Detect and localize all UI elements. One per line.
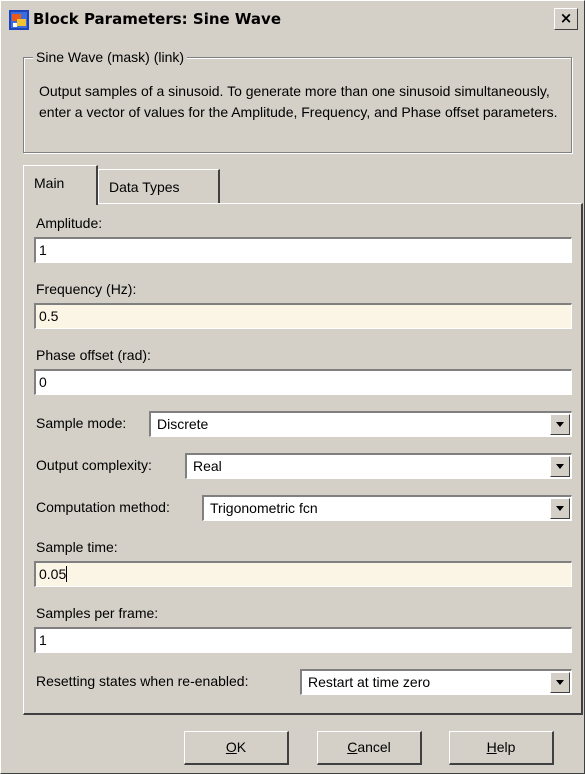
dropdown-arrow-button[interactable] [550, 456, 570, 477]
block-description: Output samples of a sinusoid. To generat… [39, 83, 558, 120]
tab-label: Main [34, 175, 65, 191]
output-complexity-select[interactable]: Real [185, 453, 572, 479]
chevron-down-icon [556, 464, 564, 469]
ok-button[interactable]: OK [184, 731, 289, 765]
dropdown-arrow-button[interactable] [550, 672, 570, 693]
sample-mode-select[interactable]: Discrete [149, 411, 572, 437]
close-button[interactable]: × [554, 8, 578, 30]
cancel-label-rest: ancel [357, 739, 391, 755]
frequency-value: 0.5 [39, 308, 59, 324]
simulink-block-icon [9, 10, 29, 30]
tab-label: Data Types [109, 179, 180, 195]
phase-offset-value: 0 [39, 374, 47, 390]
output-complexity-label: Output complexity: [36, 457, 152, 473]
cancel-mnemonic: C [347, 739, 358, 755]
ok-mnemonic: O [225, 739, 237, 755]
frequency-input[interactable]: 0.5 [34, 303, 572, 329]
computation-method-label: Computation method: [36, 499, 170, 515]
tab-main[interactable]: Main [23, 165, 98, 205]
sample-mode-label: Sample mode: [36, 415, 127, 431]
title-bar[interactable]: Block Parameters: Sine Wave × [5, 5, 580, 35]
help-mnemonic: H [486, 739, 497, 755]
chevron-down-icon [556, 680, 564, 685]
phase-offset-input[interactable]: 0 [34, 369, 572, 395]
chevron-down-icon [556, 422, 564, 427]
dialog-window: Block Parameters: Sine Wave × Sine Wave … [0, 0, 585, 774]
chevron-down-icon [556, 506, 564, 511]
tab-data-types[interactable]: Data Types [98, 169, 220, 203]
dropdown-arrow-button[interactable] [550, 414, 570, 435]
amplitude-label: Amplitude: [36, 215, 103, 231]
dropdown-arrow-button[interactable] [550, 498, 570, 519]
text-caret [66, 566, 68, 582]
samples-per-frame-value: 1 [39, 632, 47, 648]
close-icon: × [559, 9, 573, 27]
group-legend: Sine Wave (mask) (link) [33, 49, 188, 65]
cancel-button[interactable]: Cancel [317, 731, 422, 765]
window-title: Block Parameters: Sine Wave [33, 10, 281, 28]
output-complexity-value: Real [193, 458, 222, 474]
computation-method-select[interactable]: Trigonometric fcn [202, 495, 572, 521]
help-button[interactable]: Help [449, 731, 554, 765]
amplitude-value: 1 [39, 242, 47, 258]
resetting-states-value: Restart at time zero [308, 674, 431, 690]
sample-time-input[interactable]: 0.05 [34, 561, 572, 587]
sample-time-value: 0.05 [39, 566, 67, 582]
phase-offset-label: Phase offset (rad): [36, 347, 151, 363]
samples-per-frame-input[interactable]: 1 [34, 627, 572, 653]
samples-per-frame-label: Samples per frame: [36, 605, 159, 621]
help-label-rest: elp [496, 739, 516, 755]
frequency-label: Frequency (Hz): [36, 281, 137, 297]
computation-method-value: Trigonometric fcn [210, 500, 318, 516]
ok-label-rest: K [236, 739, 247, 755]
sample-time-label: Sample time: [36, 539, 118, 555]
resetting-states-select[interactable]: Restart at time zero [300, 669, 572, 695]
amplitude-input[interactable]: 1 [34, 237, 572, 263]
sample-mode-value: Discrete [157, 416, 209, 432]
resetting-states-label: Resetting states when re-enabled: [36, 673, 249, 689]
